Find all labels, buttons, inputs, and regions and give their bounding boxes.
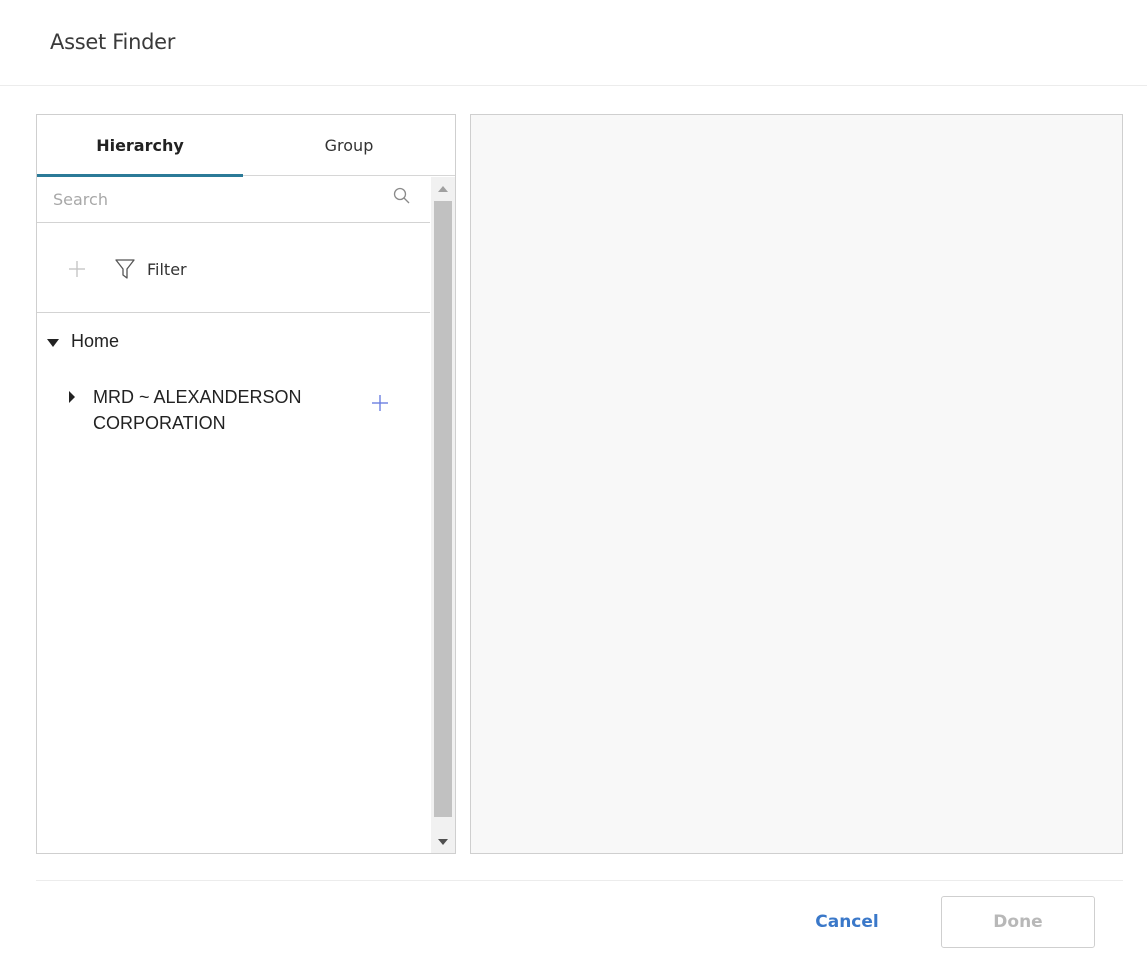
hierarchy-toolbar: Filter	[37, 223, 430, 313]
tab-group[interactable]: Group	[243, 115, 455, 176]
search-input[interactable]	[37, 177, 387, 221]
filter-label: Filter	[147, 259, 187, 279]
vertical-scrollbar[interactable]	[431, 177, 455, 853]
arrow-down-icon	[438, 838, 448, 845]
asset-navigation-panel: Hierarchy Group Search Filter Home MRD ~…	[36, 114, 456, 854]
scroll-up-arrow[interactable]	[431, 177, 455, 199]
caret-right-icon[interactable]	[68, 391, 76, 403]
filter-button[interactable]: Filter	[115, 255, 187, 283]
scroll-thumb[interactable]	[434, 201, 452, 817]
search-icon[interactable]	[391, 186, 413, 208]
dialog-header: Asset Finder	[0, 0, 1147, 86]
footer-divider	[36, 880, 1123, 881]
plus-icon	[372, 395, 388, 411]
tree-node-label[interactable]: MRD ~ ALEXANDERSON CORPORATION	[93, 384, 333, 436]
filter-funnel-icon	[115, 259, 135, 279]
add-child-button[interactable]	[369, 392, 391, 414]
tab-hierarchy[interactable]: Hierarchy	[37, 115, 243, 177]
plus-icon	[69, 261, 85, 277]
dialog-title: Asset Finder	[50, 30, 176, 54]
hierarchy-content: Filter Home MRD ~ ALEXANDERSON CORPORATI…	[37, 177, 430, 853]
done-button[interactable]: Done	[941, 896, 1095, 948]
add-asset-button[interactable]	[65, 257, 89, 281]
tab-bar: Hierarchy Group	[37, 115, 455, 177]
cancel-button[interactable]: Cancel	[800, 897, 894, 947]
scroll-down-arrow[interactable]	[431, 831, 455, 853]
caret-down-icon[interactable]	[47, 338, 59, 348]
tree-node-label[interactable]: Home	[71, 331, 119, 352]
search-bar	[37, 177, 430, 223]
arrow-up-icon	[438, 185, 448, 192]
asset-details-panel	[470, 114, 1123, 854]
